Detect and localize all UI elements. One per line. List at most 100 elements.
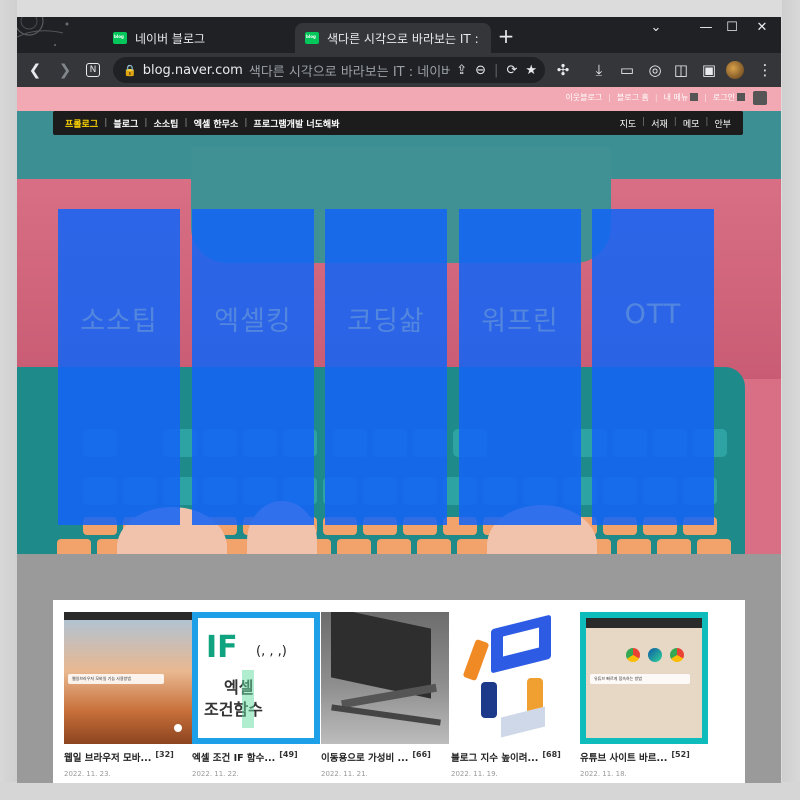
post-date: 2022. 11. 18. [580,770,627,778]
dropdown-icon [737,93,745,101]
screenshot-frame-right [782,0,800,800]
util-link-neighbor-blog[interactable]: 이웃블로그 [565,92,602,103]
lock-icon: 🔒 [123,63,137,77]
category-label: OTT [624,299,682,330]
post-title[interactable]: 웹일 브라우저 모바... [64,750,151,764]
util-links: 이웃블로그 | 블로그 홈 | 내 메뉴 | 로그인 [565,87,745,107]
download-icon[interactable]: ⤓ [587,58,611,82]
post-thumbnail[interactable] [451,612,579,744]
chrome-icon [670,648,684,662]
naver-blog-favicon-icon [113,32,127,44]
blog-menu-right: 지도 | 서재 | 메모 | 안부 [619,116,731,130]
nav-item-map[interactable]: 지도 [620,117,637,130]
split-view-icon[interactable]: ◫ [669,58,693,82]
apps-grid-icon[interactable] [753,91,767,105]
back-icon[interactable]: ❮ [23,58,47,82]
post-thumbnail[interactable] [321,612,449,744]
maximize-button[interactable]: ☐ [715,17,749,41]
address-bar-actions: ⇪ ⊖ | ⟳ ★ [450,57,537,83]
browser-window: 네이버 블로그 색다른 시각으로 바라보는 IT : 네 + ⌄ — ☐ ✕ ❮… [17,17,781,783]
tab-naver-blog[interactable]: 네이버 블로그 [103,23,293,53]
comment-count: [32] [155,750,174,759]
profile-avatar[interactable] [726,61,744,79]
post-card[interactable]: 이동용으로 가성비 ... [66] 2022. 11. 21. [321,612,449,778]
post-date: 2022. 11. 22. [192,770,239,778]
category-label: 코딩삶 [347,306,425,337]
util-link-login[interactable]: 로그인 [713,92,745,103]
chevron-down-icon[interactable]: ⌄ [639,17,673,41]
zoom-icon[interactable]: ⊖ [475,63,486,78]
play-icon [174,724,182,732]
category-label: 소소팁 [80,306,158,337]
nav-item-guestbook[interactable]: 안부 [714,117,731,130]
post-title[interactable]: 블로그 지수 높이려... [451,750,538,764]
cast-icon[interactable]: ▭ [615,58,639,82]
comment-count: [52] [671,750,690,759]
nav-item-excel[interactable]: 엑셀 한무소 [194,117,239,130]
forward-icon[interactable]: ❯ [53,58,77,82]
comment-count: [49] [279,750,298,759]
naver-blog-favicon-icon [305,32,319,44]
post-card[interactable]: 유튜브 빠르게 접속하는 방법 유튜브 사이트 바르... [52] 2022. … [580,612,708,778]
browser-toolbar: ❮ ❯ N 🔒 blog.naver.com 색다른 시각으로 바라보는 IT … [17,53,781,87]
post-card[interactable]: 블로그 지수 높이려... [68] 2022. 11. 19. [451,612,579,778]
category-link-excelking[interactable]: 엑셀킹 [192,209,314,525]
tab-active-blog-post[interactable]: 색다른 시각으로 바라보는 IT : 네 [295,23,491,53]
post-card[interactable]: IF (, , ,) 엑셀 조건함수 엑셀 조건 IF 함수... [49] 20… [192,612,320,778]
blog-util-bar: 이웃블로그 | 블로그 홈 | 내 메뉴 | 로그인 [17,87,781,111]
bookmark-star-icon[interactable]: ★ [525,63,537,78]
screenshot-frame-bottom [0,782,800,800]
nav-item-blog[interactable]: 블로그 [113,117,138,130]
sidebar-icon[interactable]: ▣ [697,58,721,82]
url-page-title: 색다른 시각으로 바라보는 IT : 네이버 [248,64,454,80]
post-title[interactable]: 엑셀 조건 IF 함수... [192,750,275,764]
screenshot-icon[interactable]: ◎ [643,58,667,82]
post-date: 2022. 11. 19. [451,770,498,778]
edge-icon [648,648,662,662]
post-date: 2022. 11. 23. [64,770,111,778]
nav-item-memo[interactable]: 메모 [683,117,700,130]
nav-item-program-dev[interactable]: 프로그램개발 너도해봐 [254,117,340,130]
post-card[interactable]: 웹일브라우저 모바일 기능 사용방법 웹일 브라우저 모바... [32] 202… [64,612,192,778]
category-label: 엑셀킹 [214,306,292,337]
category-link-ott[interactable]: OTT [592,209,714,525]
recent-posts-strip: 웹일브라우저 모바일 기능 사용방법 웹일 브라우저 모바... [32] 202… [53,600,745,783]
nav-item-prologue[interactable]: 프롤로그 [65,117,98,130]
reader-mode-icon[interactable]: N [81,58,105,82]
screenshot-frame-left [0,0,17,800]
close-window-button[interactable]: ✕ [745,17,779,41]
category-label: 워프린 [481,306,559,337]
url-domain: blog.naver.com [142,62,243,78]
post-thumbnail[interactable]: IF (, , ,) 엑셀 조건함수 [192,612,320,744]
tab-title: 네이버 블로그 [135,31,206,46]
page-content: 이웃블로그 | 블로그 홈 | 내 메뉴 | 로그인 프롤로그 | 블로그 | … [17,87,781,783]
address-bar[interactable]: 🔒 blog.naver.com 색다른 시각으로 바라보는 IT : 네이버 … [113,57,545,83]
post-title[interactable]: 이동용으로 가성비 ... [321,750,408,764]
util-link-my-menu[interactable]: 내 메뉴 [664,92,699,103]
blog-header-image: 이웃블로그 | 블로그 홈 | 내 메뉴 | 로그인 프롤로그 | 블로그 | … [17,87,781,554]
post-date: 2022. 11. 21. [321,770,368,778]
share-icon[interactable]: ⇪ [456,63,467,78]
tab-strip: 네이버 블로그 색다른 시각으로 바라보는 IT : 네 + ⌄ — ☐ ✕ [17,17,781,53]
thumb-caption: 유튜브 빠르게 접속하는 방법 [590,674,690,684]
extensions-icon[interactable]: ✣ [551,58,575,82]
dropdown-icon [690,93,699,101]
post-thumbnail[interactable]: 웹일브라우저 모바일 기능 사용방법 [64,612,192,744]
post-thumbnail[interactable]: 유튜브 빠르게 접속하는 방법 [580,612,708,744]
blog-menu-bar: 프롤로그 | 블로그 | 소소팁 | 엑셀 한무소 | 프로그램개발 너도해봐 … [53,111,743,135]
refresh-icon[interactable]: ⟳ [506,63,517,78]
chrome-icon [626,648,640,662]
category-link-sosotip[interactable]: 소소팁 [58,209,180,525]
thumb-caption: 웹일브라우저 모바일 기능 사용방법 [68,674,164,684]
comment-count: [68] [542,750,561,759]
new-tab-button[interactable]: + [495,26,517,48]
util-link-blog-home[interactable]: 블로그 홈 [617,92,649,103]
nav-item-library[interactable]: 서재 [651,117,668,130]
category-link-codingsalm[interactable]: 코딩삶 [325,209,447,525]
tab-title: 색다른 시각으로 바라보는 IT : 네 [327,31,481,46]
post-title[interactable]: 유튜브 사이트 바르... [580,750,667,764]
nav-item-sosotip[interactable]: 소소팁 [154,117,179,130]
category-link-wopurin[interactable]: 워프린 [459,209,581,525]
more-menu-icon[interactable]: ⋮ [753,58,777,82]
theme-decoration [17,17,77,53]
